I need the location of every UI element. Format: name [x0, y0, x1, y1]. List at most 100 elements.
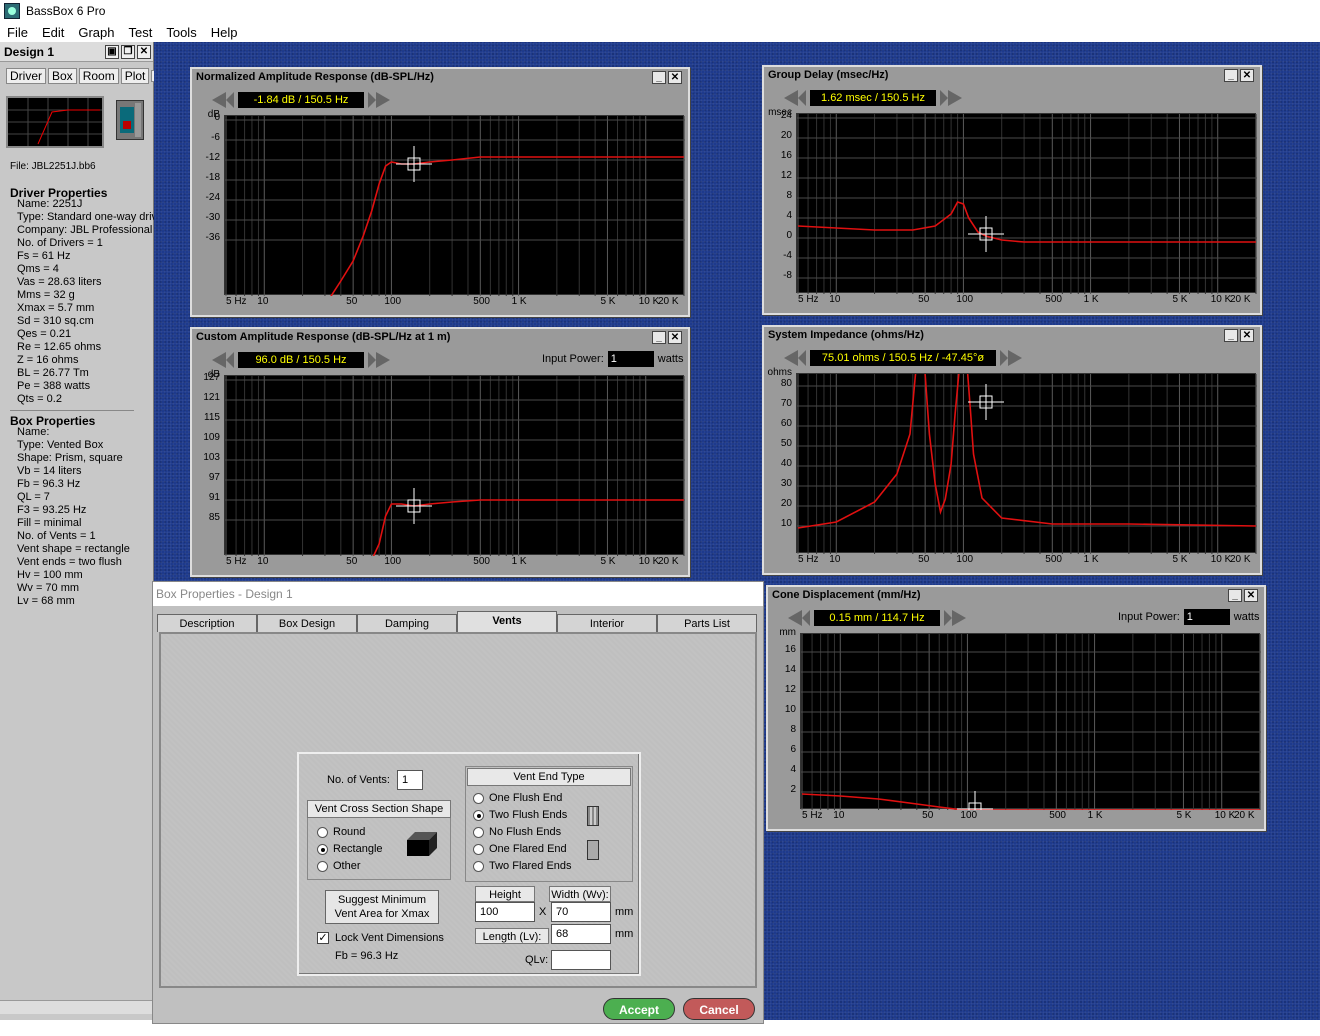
step-right-arrow-icon[interactable] — [1008, 350, 1022, 366]
plot-thumbnail[interactable] — [6, 96, 104, 148]
y-tick-label: 14 — [784, 664, 796, 675]
step-left-arrow-icon[interactable] — [212, 352, 226, 368]
minimize-icon[interactable]: _ — [1224, 69, 1238, 82]
accept-button[interactable]: Accept — [603, 998, 675, 1020]
nudge-left-arrow-icon[interactable] — [802, 610, 810, 626]
driver-property: Fs = 61 Hz — [17, 250, 71, 262]
minimize-icon[interactable]: _ — [1224, 329, 1238, 342]
menu-test[interactable]: Test — [122, 25, 160, 40]
shape-round-radio[interactable]: Round — [317, 826, 365, 838]
height-field[interactable]: 100 — [475, 902, 535, 922]
y-tick-label: 0 — [786, 230, 792, 241]
input-power-field[interactable]: 1 — [607, 351, 654, 367]
nudge-right-arrow-icon[interactable] — [1000, 350, 1008, 366]
plot-area[interactable] — [224, 115, 685, 296]
step-left-arrow-icon[interactable] — [788, 610, 802, 626]
minimize-icon[interactable]: _ — [1228, 589, 1242, 602]
cursor-crosshair[interactable] — [395, 488, 432, 524]
nudge-right-arrow-icon[interactable] — [940, 90, 948, 106]
cursor-crosshair[interactable] — [967, 216, 1004, 252]
y-tick-label: 8 — [786, 190, 792, 201]
tab-box[interactable]: Box — [48, 68, 77, 84]
cursor-crosshair[interactable] — [395, 146, 432, 182]
menu-tools[interactable]: Tools — [159, 25, 203, 40]
close-icon[interactable]: ✕ — [137, 44, 151, 59]
tab-plot[interactable]: Plot — [120, 68, 150, 84]
tab-box-design[interactable]: Box Design — [257, 614, 357, 632]
plot-area[interactable] — [224, 375, 685, 556]
shape-rectangle-radio[interactable]: Rectangle — [317, 843, 383, 855]
box-property: No. of Vents = 1 — [17, 530, 96, 542]
menu-file[interactable]: File — [0, 25, 35, 40]
box-property: Hv = 100 mm — [17, 569, 83, 581]
menu-graph[interactable]: Graph — [71, 25, 121, 40]
close-icon[interactable]: ✕ — [668, 331, 682, 344]
plot-area[interactable] — [796, 113, 1257, 294]
tab-vents[interactable]: Vents — [457, 611, 557, 632]
tab-interior[interactable]: Interior — [557, 614, 657, 632]
step-right-arrow-icon[interactable] — [952, 610, 966, 626]
nudge-left-arrow-icon[interactable] — [226, 92, 234, 108]
vents-count-field[interactable]: 1 — [397, 770, 423, 790]
x-tick-label: 5 K — [1172, 294, 1188, 305]
nudge-right-arrow-icon[interactable] — [944, 610, 952, 626]
response-curve — [801, 793, 1260, 810]
tab-parts-list[interactable]: Parts List — [657, 614, 757, 632]
width-field[interactable]: 70 — [551, 902, 611, 922]
tab-driver[interactable]: Driver — [6, 68, 46, 84]
step-left-arrow-icon[interactable] — [784, 90, 798, 106]
step-right-arrow-icon[interactable] — [948, 90, 962, 106]
response-curve — [372, 499, 684, 556]
save-icon[interactable]: ▣ — [105, 44, 119, 59]
plot-area[interactable] — [796, 373, 1257, 554]
end-two-flared-radio[interactable]: Two Flared Ends — [473, 860, 572, 872]
cursor-crosshair[interactable] — [956, 791, 993, 810]
tab-description[interactable]: Description — [157, 614, 257, 632]
y-tick-label: -30 — [205, 212, 220, 223]
copy-icon[interactable]: ❐ — [121, 44, 135, 59]
speaker-icon[interactable] — [116, 100, 144, 140]
input-power-field[interactable]: 1 — [1183, 609, 1230, 625]
nudge-left-arrow-icon[interactable] — [798, 90, 806, 106]
watts-label: watts — [657, 353, 684, 365]
close-icon[interactable]: ✕ — [1244, 589, 1258, 602]
step-left-arrow-icon[interactable] — [212, 92, 226, 108]
sidebar-scrollbar[interactable] — [0, 1000, 154, 1014]
end-no-flush-radio[interactable]: No Flush Ends — [473, 826, 561, 838]
shape-other-radio[interactable]: Other — [317, 860, 361, 872]
close-icon[interactable]: ✕ — [668, 71, 682, 84]
step-left-arrow-icon[interactable] — [784, 350, 798, 366]
close-icon[interactable]: ✕ — [1240, 329, 1254, 342]
dialog-title: Box Properties - Design 1 — [153, 582, 763, 606]
nudge-left-arrow-icon[interactable] — [798, 350, 806, 366]
length-unit: mm — [615, 928, 634, 940]
y-tick-label: 12 — [784, 684, 796, 695]
minimize-icon[interactable]: _ — [652, 71, 666, 84]
nudge-right-arrow-icon[interactable] — [368, 352, 376, 368]
close-icon[interactable]: ✕ — [1240, 69, 1254, 82]
menu-edit[interactable]: Edit — [35, 25, 71, 40]
cancel-button[interactable]: Cancel — [683, 998, 755, 1020]
length-field[interactable]: 68 — [551, 924, 611, 944]
design-title: Design 1 — [4, 44, 55, 59]
cursor-crosshair[interactable] — [967, 384, 1004, 420]
step-right-arrow-icon[interactable] — [376, 352, 390, 368]
menu-help[interactable]: Help — [204, 25, 245, 40]
end-one-flared-radio[interactable]: One Flared End — [473, 843, 567, 855]
y-tick-label: -6 — [211, 132, 220, 143]
step-right-arrow-icon[interactable] — [376, 92, 390, 108]
y-tick-label: 40 — [780, 458, 792, 469]
suggest-min-vent-button[interactable]: Suggest Minimum Vent Area for Xmax — [325, 890, 439, 924]
plot-area[interactable] — [800, 633, 1261, 810]
tab-room[interactable]: Room — [78, 68, 119, 84]
qlv-field[interactable] — [551, 950, 611, 970]
lock-dimensions-checkbox[interactable]: ✓ — [317, 932, 329, 944]
end-one-flush-radio[interactable]: One Flush End — [473, 792, 562, 804]
nudge-right-arrow-icon[interactable] — [368, 92, 376, 108]
end-two-flush-radio[interactable]: Two Flush Ends — [473, 809, 567, 821]
tab-damping[interactable]: Damping — [357, 614, 457, 632]
vents-group: No. of Vents: 1 Vent Cross Section Shape… — [297, 752, 641, 976]
height-label: Height (Hv): — [475, 886, 535, 917]
nudge-left-arrow-icon[interactable] — [226, 352, 234, 368]
minimize-icon[interactable]: _ — [652, 331, 666, 344]
